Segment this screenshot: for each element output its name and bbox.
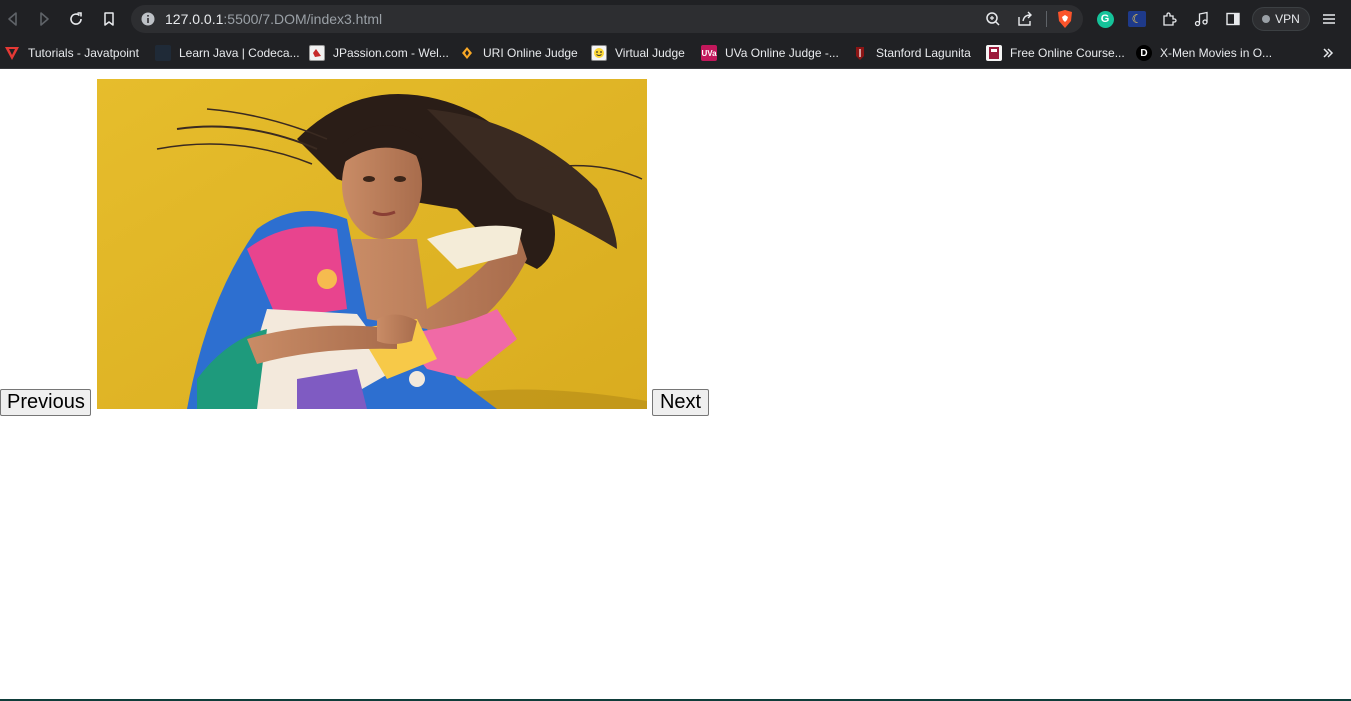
uva-icon: UVa	[701, 45, 717, 61]
edx-icon	[986, 45, 1002, 61]
bookmark-label: URI Online Judge	[483, 46, 578, 60]
forward-icon	[40, 12, 49, 26]
bookmark-vjudge[interactable]: Virtual Judge	[591, 38, 685, 68]
menu-button[interactable]	[1317, 7, 1341, 31]
vpn-label: VPN	[1275, 12, 1300, 26]
bookmarks-bar: Tutorials - Javatpoint Learn Java | Code…	[0, 38, 1351, 69]
back-icon	[8, 12, 17, 26]
previous-button[interactable]: Previous	[0, 389, 91, 416]
bookmark-stanford[interactable]: Stanford Lagunita	[852, 38, 971, 68]
bookmark-uva[interactable]: UVa UVa Online Judge -...	[701, 38, 839, 68]
bookmark-label: UVa Online Judge -...	[725, 46, 839, 60]
bookmark-codecademy[interactable]: Learn Java | Codeca...	[155, 38, 300, 68]
browser-toolbar: 127.0.0.1:5500/7.DOM/index3.html G ☾ VPN	[0, 0, 1351, 38]
share-icon[interactable]	[1017, 11, 1033, 27]
dark-reader-extension[interactable]: ☾	[1125, 7, 1149, 31]
slideshow-image	[97, 79, 647, 409]
more-bookmarks-button[interactable]	[1321, 38, 1335, 68]
zoom-icon[interactable]	[985, 11, 1001, 27]
sidebar-icon	[1226, 12, 1240, 26]
hamburger-menu-icon	[1323, 14, 1335, 24]
extensions-button[interactable]	[1157, 7, 1181, 31]
bookmark-label: Stanford Lagunita	[876, 46, 971, 60]
bookmark-icon	[104, 12, 114, 26]
vpn-status-dot	[1262, 15, 1271, 23]
bookmark-edx[interactable]: Free Online Course...	[986, 38, 1125, 68]
reload-button[interactable]	[64, 7, 88, 31]
address-bar[interactable]: 127.0.0.1:5500/7.DOM/index3.html	[131, 5, 1083, 33]
bookmark-label: Tutorials - Javatpoint	[28, 46, 139, 60]
uri-icon	[459, 45, 475, 61]
bookmark-label: X-Men Movies in O...	[1160, 46, 1273, 60]
back-button[interactable]	[1, 7, 25, 31]
url-host: 127.0.0.1	[165, 11, 224, 27]
bookmark-page-button[interactable]	[97, 7, 121, 31]
puzzle-icon	[1163, 12, 1177, 26]
address-bar-divider	[1046, 11, 1047, 27]
bookmark-label: Virtual Judge	[615, 46, 685, 60]
moon-extension-icon: ☾	[1128, 11, 1146, 27]
vjudge-icon	[591, 45, 607, 61]
double-chevron-right-icon	[1323, 48, 1334, 58]
vpn-button[interactable]: VPN	[1252, 7, 1310, 31]
bookmark-label: JPassion.com - Wel...	[333, 46, 449, 60]
sidebar-button[interactable]	[1221, 7, 1245, 31]
bookmark-label: Learn Java | Codeca...	[179, 46, 300, 60]
brave-shields-icon[interactable]	[1056, 9, 1074, 29]
reload-icon	[70, 12, 82, 25]
url-path: :5500/7.DOM/index3.html	[223, 11, 383, 27]
stanford-icon	[852, 45, 868, 61]
jpassion-icon	[309, 45, 325, 61]
javatpoint-icon	[4, 45, 20, 61]
grammarly-extension[interactable]: G	[1093, 7, 1117, 31]
grammarly-icon: G	[1096, 10, 1114, 28]
bookmark-jpassion[interactable]: JPassion.com - Wel...	[309, 38, 449, 68]
bookmark-uri[interactable]: URI Online Judge	[459, 38, 578, 68]
url-text: 127.0.0.1:5500/7.DOM/index3.html	[165, 5, 382, 33]
bookmark-javatpoint[interactable]: Tutorials - Javatpoint	[4, 38, 139, 68]
media-button[interactable]	[1189, 7, 1213, 31]
codecademy-icon	[155, 45, 171, 61]
music-note-icon	[1194, 11, 1208, 27]
site-info-icon[interactable]	[141, 12, 155, 26]
bookmark-xmen[interactable]: D X-Men Movies in O...	[1136, 38, 1272, 68]
xmen-icon: D	[1136, 45, 1152, 61]
next-button[interactable]: Next	[652, 389, 709, 416]
bookmark-label: Free Online Course...	[1010, 46, 1125, 60]
forward-button[interactable]	[32, 7, 56, 31]
